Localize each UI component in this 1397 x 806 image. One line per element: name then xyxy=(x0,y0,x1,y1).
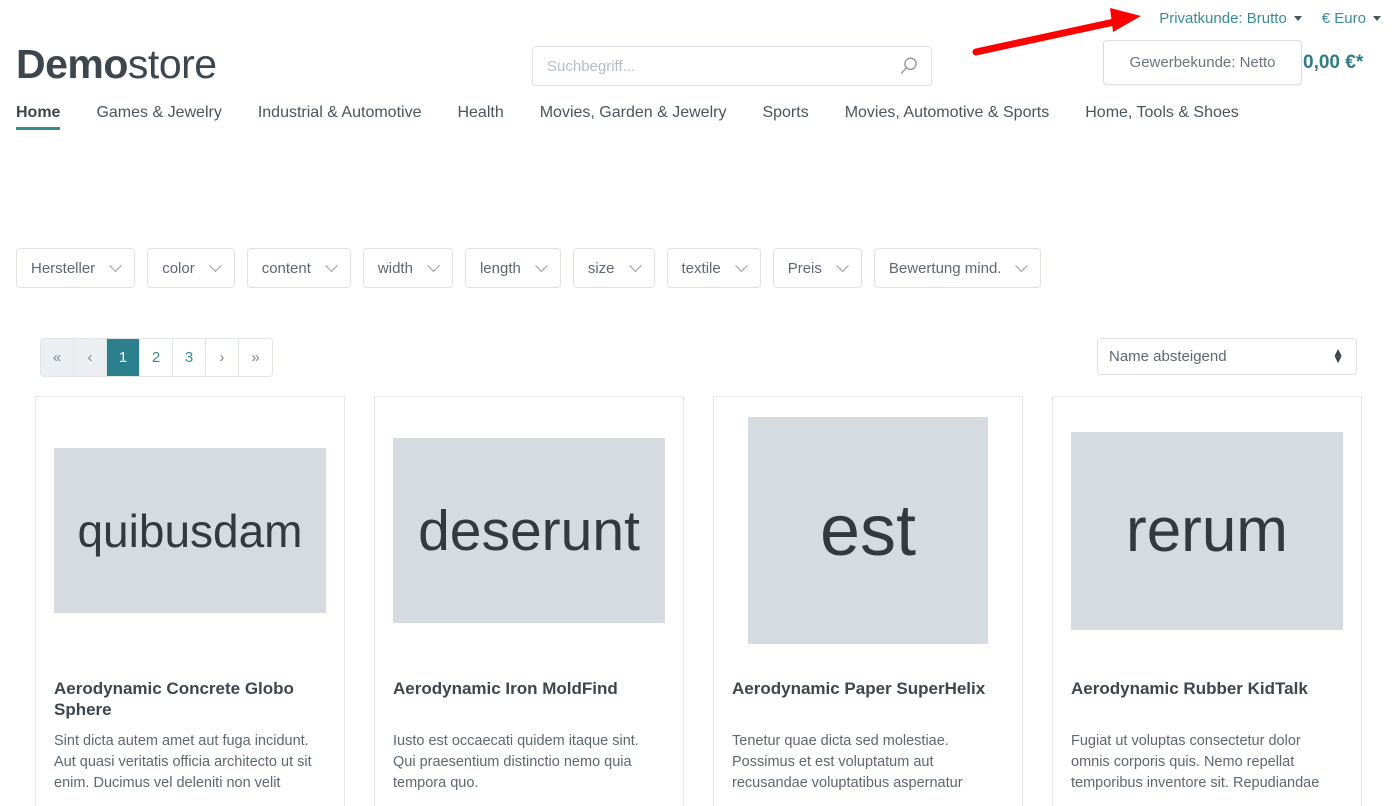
sort-select[interactable]: Name absteigend xyxy=(1097,338,1357,375)
product-title[interactable]: Aerodynamic Iron MoldFind xyxy=(393,678,665,722)
product-card[interactable]: est Aerodynamic Paper SuperHelix Tenetur q… xyxy=(713,396,1023,806)
search-container xyxy=(532,46,932,86)
pagination-page-2[interactable]: 2 xyxy=(140,339,173,376)
customer-group-option-netto[interactable]: Gewerbekunde: Netto xyxy=(1130,54,1276,71)
pagination-prev[interactable]: ‹ xyxy=(74,339,107,376)
filter-button-preis[interactable]: Preis xyxy=(772,248,862,288)
product-card[interactable]: quibusdam Aerodynamic Concrete Globo Sphe… xyxy=(35,396,345,806)
search-button[interactable] xyxy=(886,46,932,86)
filter-label: content xyxy=(261,259,311,277)
customer-group-label: Privatkunde: Brutto xyxy=(1159,9,1287,27)
filter-label: width xyxy=(377,259,413,277)
filter-button-hersteller[interactable]: Hersteller xyxy=(16,248,136,288)
chevron-down-icon xyxy=(427,258,440,272)
pagination-last[interactable]: » xyxy=(239,339,272,376)
product-card[interactable]: rerum Aerodynamic Rubber KidTalk Fugiat ut… xyxy=(1052,396,1362,806)
pagination-first[interactable]: « xyxy=(41,339,74,376)
filter-button-bewertung-mind[interactable]: Bewertung mind. xyxy=(873,248,1042,288)
nav-item-home-tools-shoes[interactable]: Home, Tools & Shoes xyxy=(1085,104,1239,130)
nav-item-games-jewelry[interactable]: Games & Jewelry xyxy=(96,104,221,130)
product-title[interactable]: Aerodynamic Paper SuperHelix xyxy=(732,678,1004,722)
chevron-down-icon xyxy=(628,258,642,272)
currency-label: € Euro xyxy=(1321,9,1366,27)
product-title[interactable]: Aerodynamic Rubber KidTalk xyxy=(1071,678,1343,722)
product-image-placeholder: rerum xyxy=(1071,431,1343,630)
filter-label: color xyxy=(162,259,195,277)
product-title[interactable]: Aerodynamic Concrete Globo Sphere xyxy=(54,678,326,722)
chevron-down-icon xyxy=(325,258,338,272)
filter-button-content[interactable]: content xyxy=(246,248,351,288)
product-description: Fugiat ut voluptas consectetur dolor omn… xyxy=(1071,733,1320,792)
filter-label: Bewertung mind. xyxy=(888,259,1002,277)
product-image-container[interactable]: deserunt xyxy=(393,417,665,644)
logo-text-light: store xyxy=(127,41,217,87)
pagination-page-1[interactable]: 1 xyxy=(107,339,140,376)
chevron-down-icon xyxy=(734,258,748,272)
product-card[interactable]: deserunt Aerodynamic Iron MoldFind Iusto e… xyxy=(374,396,684,806)
filter-button-size[interactable]: size xyxy=(572,248,655,288)
product-image-placeholder: deserunt xyxy=(393,438,665,623)
product-description: Tenetur quae dicta sed molestiae. Possim… xyxy=(732,733,963,792)
pagination-page-3[interactable]: 3 xyxy=(173,339,206,376)
customer-group-dropdown-menu[interactable]: Gewerbekunde: Netto xyxy=(1103,40,1302,85)
filter-label: length xyxy=(479,259,521,277)
nav-item-industrial-automotive[interactable]: Industrial & Automotive xyxy=(258,104,422,130)
search-input[interactable] xyxy=(532,46,932,86)
filter-label: size xyxy=(587,259,615,277)
nav-item-sports[interactable]: Sports xyxy=(762,104,808,130)
filter-button-color[interactable]: color xyxy=(147,248,235,288)
nav-item-movies-garden-jewelry[interactable]: Movies, Garden & Jewelry xyxy=(540,104,727,130)
chevron-down-icon xyxy=(534,258,548,272)
chevron-down-icon xyxy=(836,258,849,272)
main-navigation: Home Games & Jewelry Industrial & Automoti… xyxy=(0,104,1397,144)
filter-bar: Hersteller color content width length size tex… xyxy=(16,248,1053,288)
site-logo[interactable]: Demostore xyxy=(16,41,217,88)
filter-label: Hersteller xyxy=(31,259,96,277)
filter-label: Preis xyxy=(787,259,822,277)
product-image-container[interactable]: rerum xyxy=(1071,417,1343,644)
chevron-down-icon xyxy=(1373,15,1381,21)
product-description: Sint dicta autem amet aut fuga incidunt.… xyxy=(54,733,312,792)
customer-group-toggle[interactable]: Privatkunde: Brutto xyxy=(1159,10,1302,27)
chevron-down-icon xyxy=(1015,258,1029,272)
filter-button-textile[interactable]: textile xyxy=(666,248,761,288)
nav-item-movies-automotive-sports[interactable]: Movies, Automotive & Sports xyxy=(845,104,1050,130)
filter-button-width[interactable]: width xyxy=(362,248,453,288)
product-description: Iusto est occaecati quidem itaque sint. … xyxy=(393,733,639,792)
filter-button-length[interactable]: length xyxy=(464,248,561,288)
pagination: «‹ 1 2 3 ›» xyxy=(40,338,273,377)
filter-label: textile xyxy=(681,259,721,277)
top-utility-bar: Privatkunde: Brutto € Euro xyxy=(0,0,1397,36)
product-image-container[interactable]: est xyxy=(732,417,1004,644)
search-icon xyxy=(900,57,917,74)
nav-item-health[interactable]: Health xyxy=(457,104,503,130)
currency-toggle[interactable]: € Euro xyxy=(1322,10,1381,27)
cart-total-amount[interactable]: 0,00 €* xyxy=(1303,52,1363,74)
storefront-page: Privatkunde: Brutto € Euro Gewerbekunde:… xyxy=(0,0,1397,806)
pagination-next[interactable]: › xyxy=(206,339,239,376)
nav-item-home[interactable]: Home xyxy=(16,104,61,130)
logo-text-bold: Demo xyxy=(16,41,128,87)
product-image-container[interactable]: quibusdam xyxy=(54,417,326,644)
chevron-down-icon xyxy=(208,258,222,272)
product-image-placeholder: quibusdam xyxy=(54,448,326,613)
sorting-container: Name absteigend ▲ ▼ xyxy=(1097,338,1357,375)
chevron-down-icon xyxy=(1293,15,1302,21)
chevron-down-icon xyxy=(109,258,123,272)
product-grid: quibusdam Aerodynamic Concrete Globo Sphe… xyxy=(35,396,1365,806)
product-image-placeholder: est xyxy=(748,417,988,644)
